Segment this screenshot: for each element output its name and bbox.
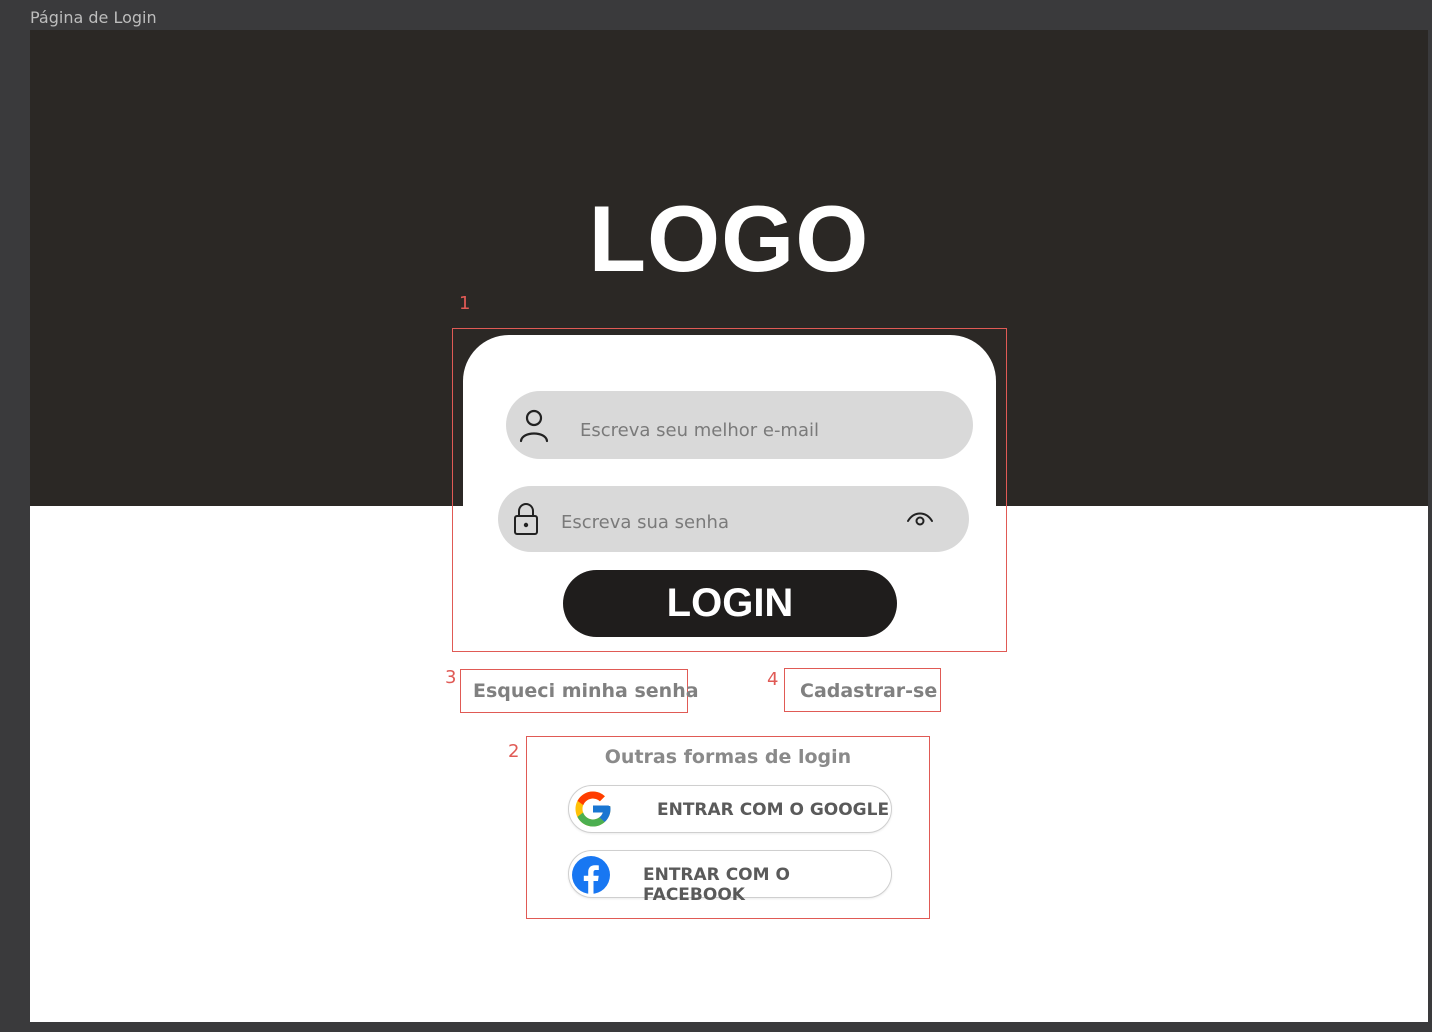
login-button[interactable]: LOGIN xyxy=(563,570,897,637)
annotation-number-2: 2 xyxy=(508,741,520,762)
user-icon xyxy=(518,407,550,448)
annotation-number-4: 4 xyxy=(767,669,779,690)
lock-icon xyxy=(512,502,540,541)
google-icon xyxy=(572,788,614,835)
google-login-button[interactable]: ENTRAR COM O GOOGLE xyxy=(568,785,892,833)
eye-icon[interactable] xyxy=(906,509,934,534)
password-field[interactable]: Escreva sua senha xyxy=(498,486,969,552)
facebook-login-label: ENTRAR COM O FACEBOOK xyxy=(643,865,790,905)
annotation-number-1: 1 xyxy=(459,293,471,314)
login-page-canvas: LOGO 1 Escreva seu melhor e-mail Escreva… xyxy=(30,30,1428,1022)
facebook-icon xyxy=(571,855,611,900)
signup-link[interactable]: Cadastrar-se xyxy=(800,680,937,702)
password-placeholder: Escreva sua senha xyxy=(561,512,729,533)
frame-title: Página de Login xyxy=(30,8,157,27)
forgot-password-link[interactable]: Esqueci minha senha xyxy=(473,680,699,702)
email-field[interactable]: Escreva seu melhor e-mail xyxy=(506,391,973,459)
email-placeholder: Escreva seu melhor e-mail xyxy=(580,420,820,441)
logo: LOGO xyxy=(588,186,870,291)
facebook-login-button[interactable]: ENTRAR COM O FACEBOOK xyxy=(568,850,892,905)
other-logins-title: Outras formas de login xyxy=(604,746,852,768)
google-login-label: ENTRAR COM O GOOGLE xyxy=(657,800,890,820)
annotation-number-3: 3 xyxy=(445,667,457,688)
